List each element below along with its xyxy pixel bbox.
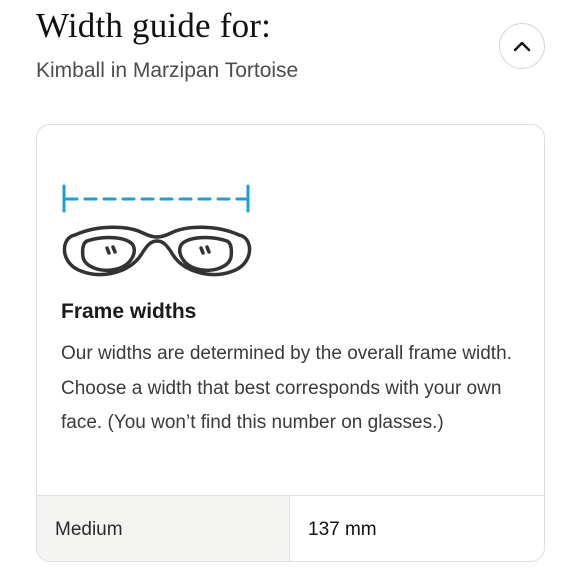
- page-title: Width guide for:: [36, 6, 272, 45]
- collapse-button[interactable]: [499, 23, 545, 69]
- width-name-cell: Medium: [37, 496, 290, 561]
- width-table: Medium 137 mm: [37, 495, 544, 561]
- width-measure-icon: [62, 184, 250, 213]
- glasses-width-icon: [62, 184, 252, 277]
- glasses-frame-icon: [62, 225, 252, 277]
- frame-width-card: Frame widths Our widths are determined b…: [36, 124, 545, 562]
- page-subtitle: Kimball in Marzipan Tortoise: [36, 59, 299, 82]
- width-value-cell: 137 mm: [308, 519, 377, 540]
- frame-widths-heading: Frame widths: [61, 300, 197, 323]
- chevron-up-icon: [513, 41, 531, 52]
- frame-widths-description: Our widths are determined by the overall…: [61, 343, 512, 433]
